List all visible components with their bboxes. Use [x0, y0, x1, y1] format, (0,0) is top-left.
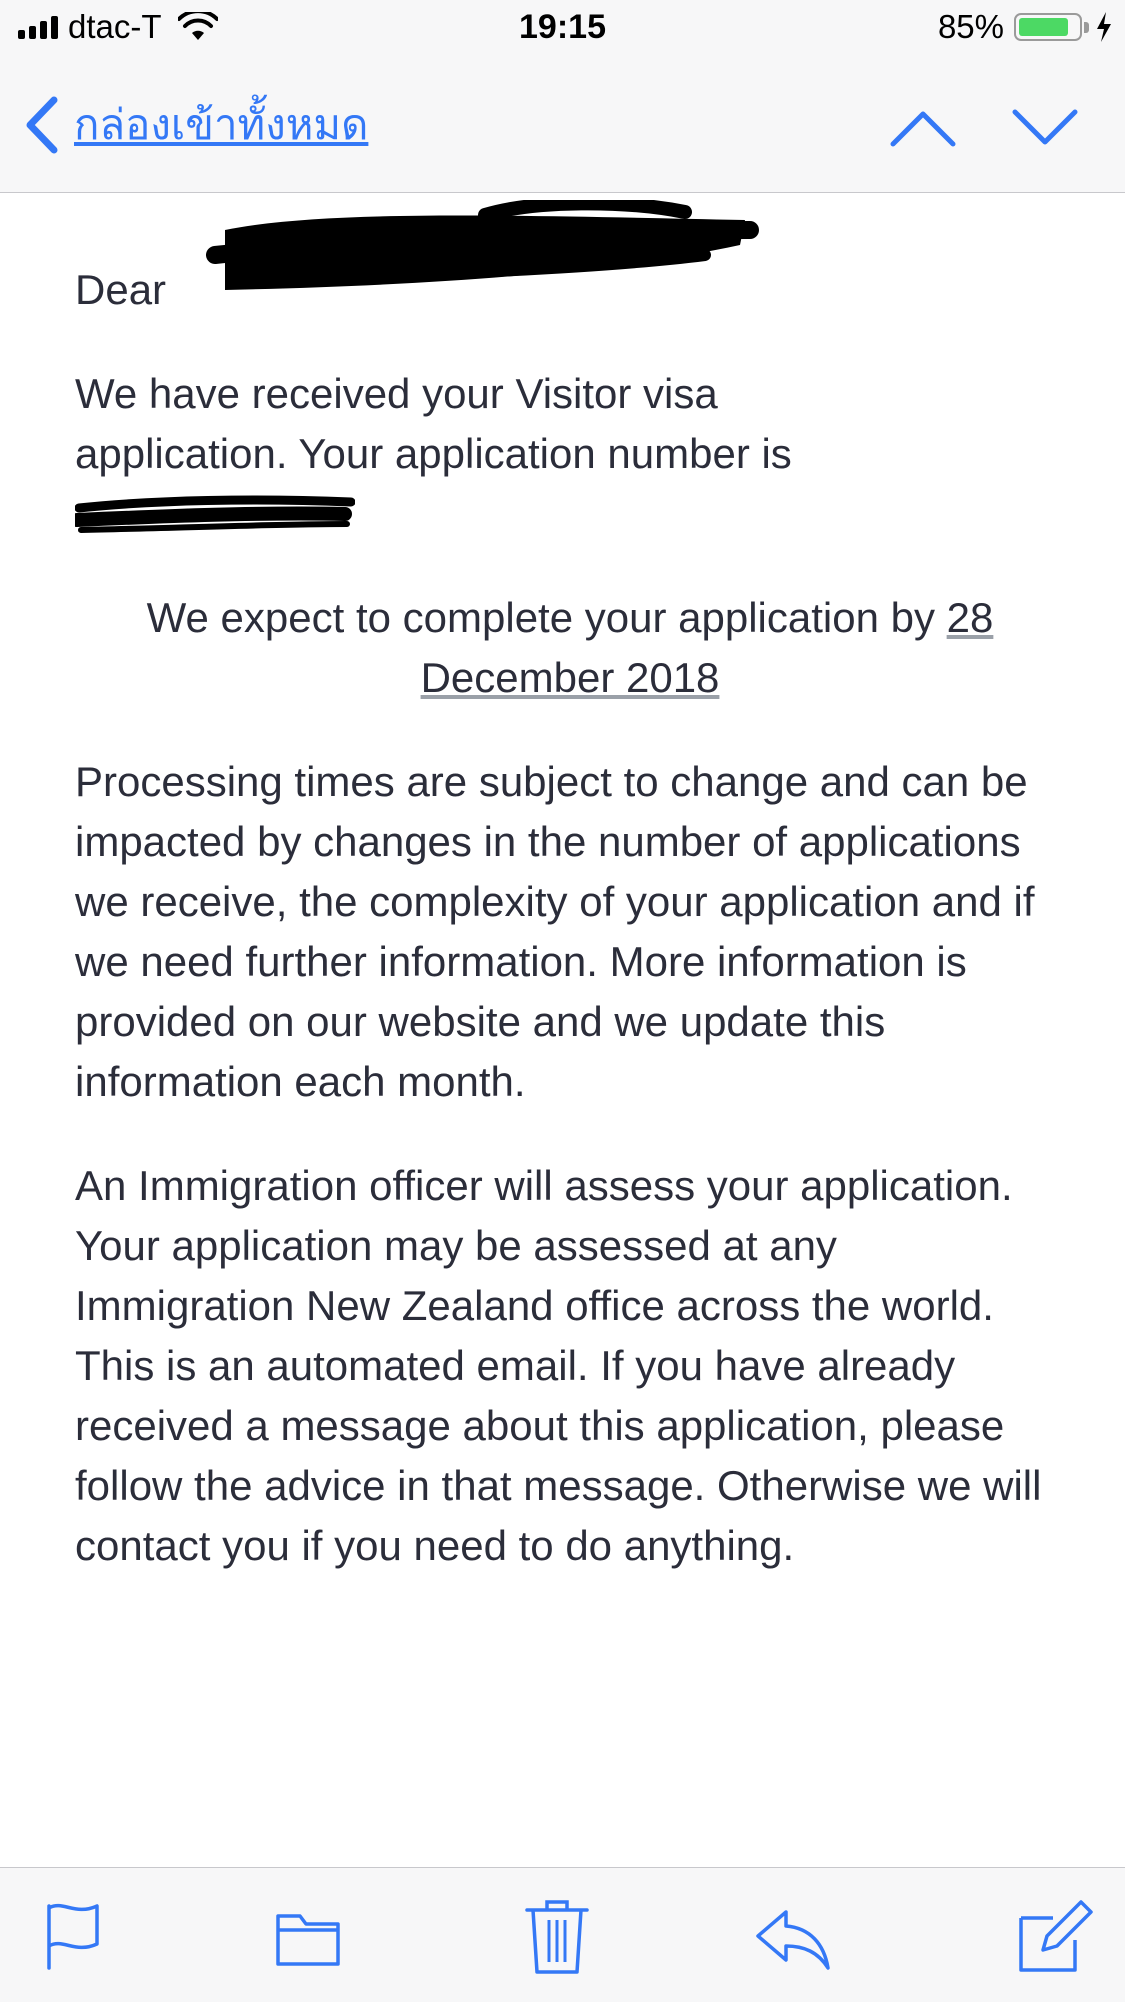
flag-icon[interactable] [35, 1896, 115, 1976]
chevron-down-icon[interactable] [1010, 102, 1080, 152]
received-paragraph: We have received your Visitor visa appli… [75, 364, 1065, 544]
expected-completion-text: We expect to complete your application b… [146, 594, 947, 641]
bottom-toolbar [0, 1867, 1125, 2002]
reply-icon[interactable] [752, 1896, 832, 1976]
back-button[interactable]: กล่องเข้าทั้งหมด [22, 94, 368, 156]
received-line-1: We have received your Visitor visa [75, 370, 718, 417]
nav-bar: กล่องเข้าทั้งหมด [0, 62, 1125, 193]
greeting-text: Dear [75, 266, 167, 313]
greeting: Dear [75, 200, 1065, 320]
compose-icon[interactable] [1013, 1896, 1093, 1976]
received-line-2: application. Your application number is [75, 430, 792, 477]
folder-icon[interactable] [268, 1896, 348, 1976]
assessment-paragraph: An Immigration officer will assess your … [75, 1156, 1065, 1576]
automated-notice-text: This is an automated email. If you have … [75, 1342, 1042, 1569]
email-body: Dear We have received your Visitor visa … [75, 192, 1065, 1576]
chevron-up-icon[interactable] [888, 102, 958, 152]
charging-bolt-icon [1097, 12, 1111, 42]
battery-percent: 85% [937, 8, 1004, 45]
back-chevron-icon [26, 96, 58, 154]
status-bar: dtac-T 19:15 85% [0, 0, 1125, 62]
application-number-redaction-scribble [75, 495, 355, 533]
trash-icon[interactable] [517, 1896, 597, 1976]
expected-completion-paragraph: We expect to complete your application b… [75, 588, 1065, 708]
back-label[interactable]: กล่องเข้าทั้งหมด [74, 94, 368, 156]
assessment-text: An Immigration officer will assess your … [75, 1162, 1013, 1329]
status-right: 85% [938, 8, 1113, 46]
completion-date-link-part-2[interactable]: December 2018 [421, 654, 720, 701]
name-redaction-scribble [206, 200, 759, 290]
processing-times-paragraph: Processing times are subject to change a… [75, 758, 1035, 1105]
battery-cap [1084, 21, 1089, 33]
completion-date-link-part-1[interactable]: 28 [947, 594, 994, 641]
application-number-line [75, 484, 1065, 544]
battery-icon [1014, 13, 1082, 41]
battery-fill [1019, 18, 1068, 36]
